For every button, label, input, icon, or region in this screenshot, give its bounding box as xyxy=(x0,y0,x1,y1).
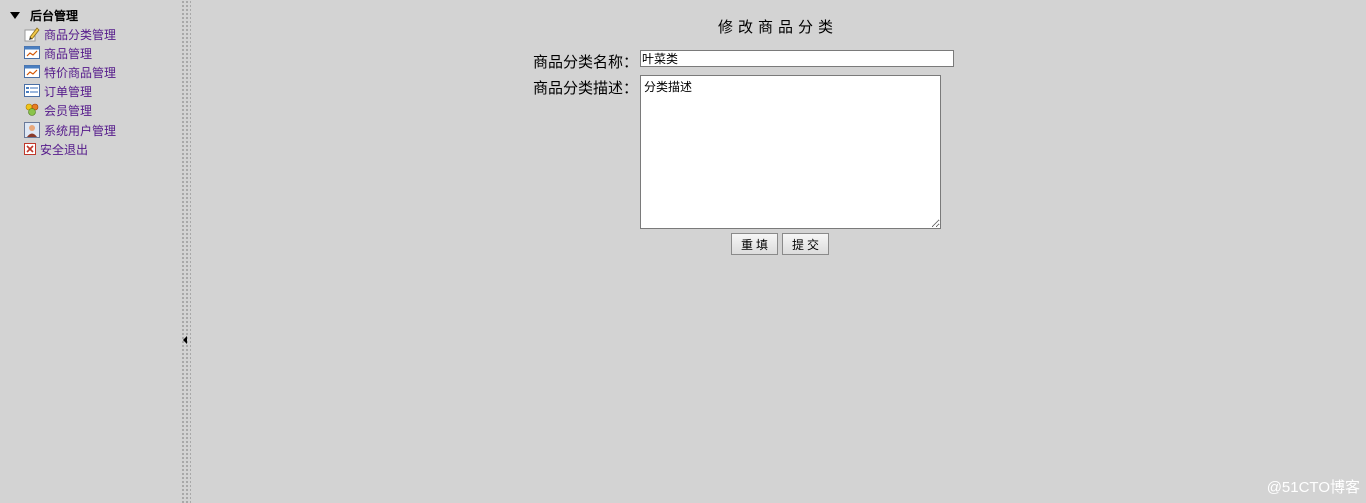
close-x-icon xyxy=(24,143,36,155)
sidebar-item-label: 会员管理 xyxy=(44,103,93,118)
submit-button[interactable]: 提交 xyxy=(782,233,829,255)
sidebar-item-special-product-management[interactable]: 特价商品管理 xyxy=(24,63,116,81)
collapse-arrow-icon[interactable] xyxy=(183,336,187,344)
window-chart-icon xyxy=(24,64,40,80)
category-description-textarea[interactable]: 分类描述 xyxy=(640,75,941,229)
tree-root-admin[interactable]: 后台管理 xyxy=(10,7,78,23)
watermark: @51CTO博客 xyxy=(1266,479,1360,496)
tree-root-label: 后台管理 xyxy=(30,8,79,23)
sidebar-item-order-management[interactable]: 订单管理 xyxy=(24,82,92,100)
sidebar-item-member-management[interactable]: 会员管理 xyxy=(24,101,92,119)
sidebar-item-product-management[interactable]: 商品管理 xyxy=(24,44,92,62)
sidebar-item-label: 特价商品管理 xyxy=(44,65,117,80)
list-form-icon xyxy=(24,83,40,99)
users-group-icon xyxy=(24,102,40,118)
reset-button[interactable]: 重填 xyxy=(731,233,778,255)
main-content: 修改商品分类 商品分类名称： 商品分类描述： 分类描述 重填 提交 xyxy=(192,0,1366,503)
sidebar-item-label: 安全退出 xyxy=(40,142,89,157)
category-name-label: 商品分类名称： xyxy=(532,53,638,71)
category-description-label: 商品分类描述： xyxy=(532,79,638,97)
expand-triangle-icon[interactable] xyxy=(10,11,20,19)
sidebar-item-logout[interactable]: 安全退出 xyxy=(24,140,88,158)
page-title: 修改商品分类 xyxy=(717,18,838,36)
edit-pencil-icon xyxy=(24,26,40,42)
window-chart-icon xyxy=(24,45,40,61)
sidebar-item-label: 商品管理 xyxy=(44,46,93,61)
sidebar-item-category-management[interactable]: 商品分类管理 xyxy=(24,25,116,43)
sidebar-item-system-user-management[interactable]: 系统用户管理 xyxy=(24,121,116,139)
sidebar-splitter[interactable] xyxy=(181,0,191,503)
category-name-input[interactable] xyxy=(640,50,954,67)
user-portrait-icon xyxy=(24,122,40,138)
sidebar: 后台管理 商品分类管理 商品管理 特价商品管理 订单管理 会员管理 系统用户管理… xyxy=(0,0,180,503)
sidebar-item-label: 系统用户管理 xyxy=(44,123,117,138)
sidebar-item-label: 商品分类管理 xyxy=(44,27,117,42)
sidebar-item-label: 订单管理 xyxy=(44,84,93,99)
